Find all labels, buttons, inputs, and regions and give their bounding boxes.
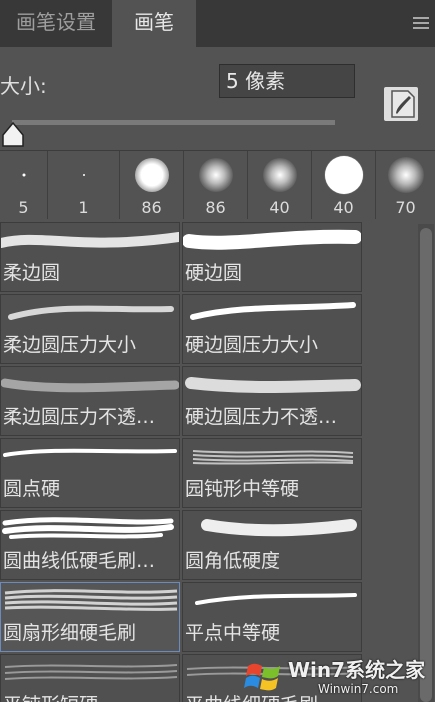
brush-item[interactable]: 平钝形短硬 [0,654,180,702]
brush-name: 圆点硬 [3,478,61,500]
brush-tip-icon [198,158,233,192]
tab-brush-settings[interactable]: 画笔设置 [0,0,112,47]
brush-stroke-preview [2,517,174,539]
preset-size: 70 [395,198,416,217]
size-label: 大小: [0,74,47,98]
watermark: Win7系统之家 Winwin7.com [244,652,434,702]
brush-stroke-preview [3,448,177,457]
brush-item[interactable]: 柔边圆 [0,222,180,292]
brush-stroke-preview [183,229,361,250]
brush-name: 硬边圆压力大小 [185,334,319,356]
brush-item[interactable]: 圆点硬 [0,438,180,508]
brush-stroke-preview [8,305,174,320]
brush-item[interactable]: 平点中等硬 [182,582,362,652]
preset-size: 40 [269,198,290,217]
brush-item[interactable]: 柔边圆压力大小 [0,294,180,364]
brush-list-scrollbar[interactable] [418,224,434,702]
brush-tip-icon [324,156,363,194]
brush-icon [391,90,415,118]
brush-item[interactable]: 圆角低硬度 [182,510,362,580]
scrollbar-thumb[interactable] [420,228,432,702]
preset-2[interactable]: 1 [48,151,120,219]
preset-5[interactable]: 40 [248,151,312,219]
brush-tip-icon [82,174,85,176]
preset-size: 5 [18,198,29,217]
preset-7[interactable]: 70 [376,151,435,219]
brush-item[interactable]: 柔边圆压力不透… [0,366,180,436]
brush-stroke-preview [1,378,179,393]
watermark-brand: Win7系统之家 [288,658,426,682]
brush-tip-icon [387,157,424,193]
tab-brushes[interactable]: 画笔 [112,0,196,47]
preset-4[interactable]: 86 [184,151,248,219]
brush-stroke-preview [195,593,357,605]
size-slider-thumb[interactable] [2,122,24,148]
brush-stroke-preview [1,232,179,248]
create-brush-button[interactable] [384,87,418,121]
brush-stroke-preview [192,450,354,465]
brush-name: 平钝形短硬 [3,690,98,702]
brush-item[interactable]: 圆扇形细硬毛刷 [0,582,180,652]
brush-item[interactable]: 硬边圆压力不透… [182,366,362,436]
brush-tip-icon [134,158,169,192]
brush-name: 圆曲线低硬毛刷… [3,550,156,572]
brush-item[interactable]: 硬边圆压力大小 [182,294,362,364]
brush-name: 硬边圆 [185,262,243,284]
watermark-url: Winwin7.com [318,682,399,696]
brush-name: 柔边圆 [3,262,61,284]
preset-size: 40 [333,198,354,217]
brush-item[interactable]: 圆曲线低硬毛刷… [0,510,180,580]
brush-tip-icon [262,158,297,192]
brush-list: 柔边圆 硬边圆 柔边圆压力大小 硬边圆压力大小 柔边圆压力不透… 硬边圆压力不透… [0,222,414,702]
windows-logo-icon [244,663,280,691]
brush-tip-icon [22,173,25,177]
brush-stroke-preview [185,377,361,393]
size-input[interactable]: 5 像素 [219,64,355,98]
brush-stroke-preview [4,589,178,611]
brush-name: 柔边圆压力大小 [3,334,137,356]
panel-menu-icon[interactable] [413,17,429,29]
preset-size: 86 [205,198,226,217]
brush-name: 柔边圆压力不透… [3,406,156,428]
brush-name: 平点中等硬 [185,622,281,644]
panel-tabs: 画笔设置 画笔 [0,0,435,47]
brush-name: 硬边圆压力不透… [185,406,338,428]
brush-name: 圆角低硬度 [185,550,281,572]
brush-item[interactable]: 硬边圆 [182,222,362,292]
brush-name: 圆扇形细硬毛刷 [3,622,137,644]
preset-3[interactable]: 86 [120,151,184,219]
preset-6[interactable]: 40 [312,151,376,219]
preset-size: 86 [141,198,162,217]
preset-size: 1 [78,198,89,217]
brush-name: 园钝形中等硬 [185,478,300,500]
brush-stroke-preview [4,664,178,680]
brush-stroke-preview [201,519,357,537]
brush-presets-row: 5 1 86 86 40 40 70 [0,150,435,221]
size-slider-track[interactable] [12,120,335,125]
brush-stroke-preview [190,302,356,320]
brush-item[interactable]: 园钝形中等硬 [182,438,362,508]
preset-1[interactable]: 5 [0,151,48,219]
